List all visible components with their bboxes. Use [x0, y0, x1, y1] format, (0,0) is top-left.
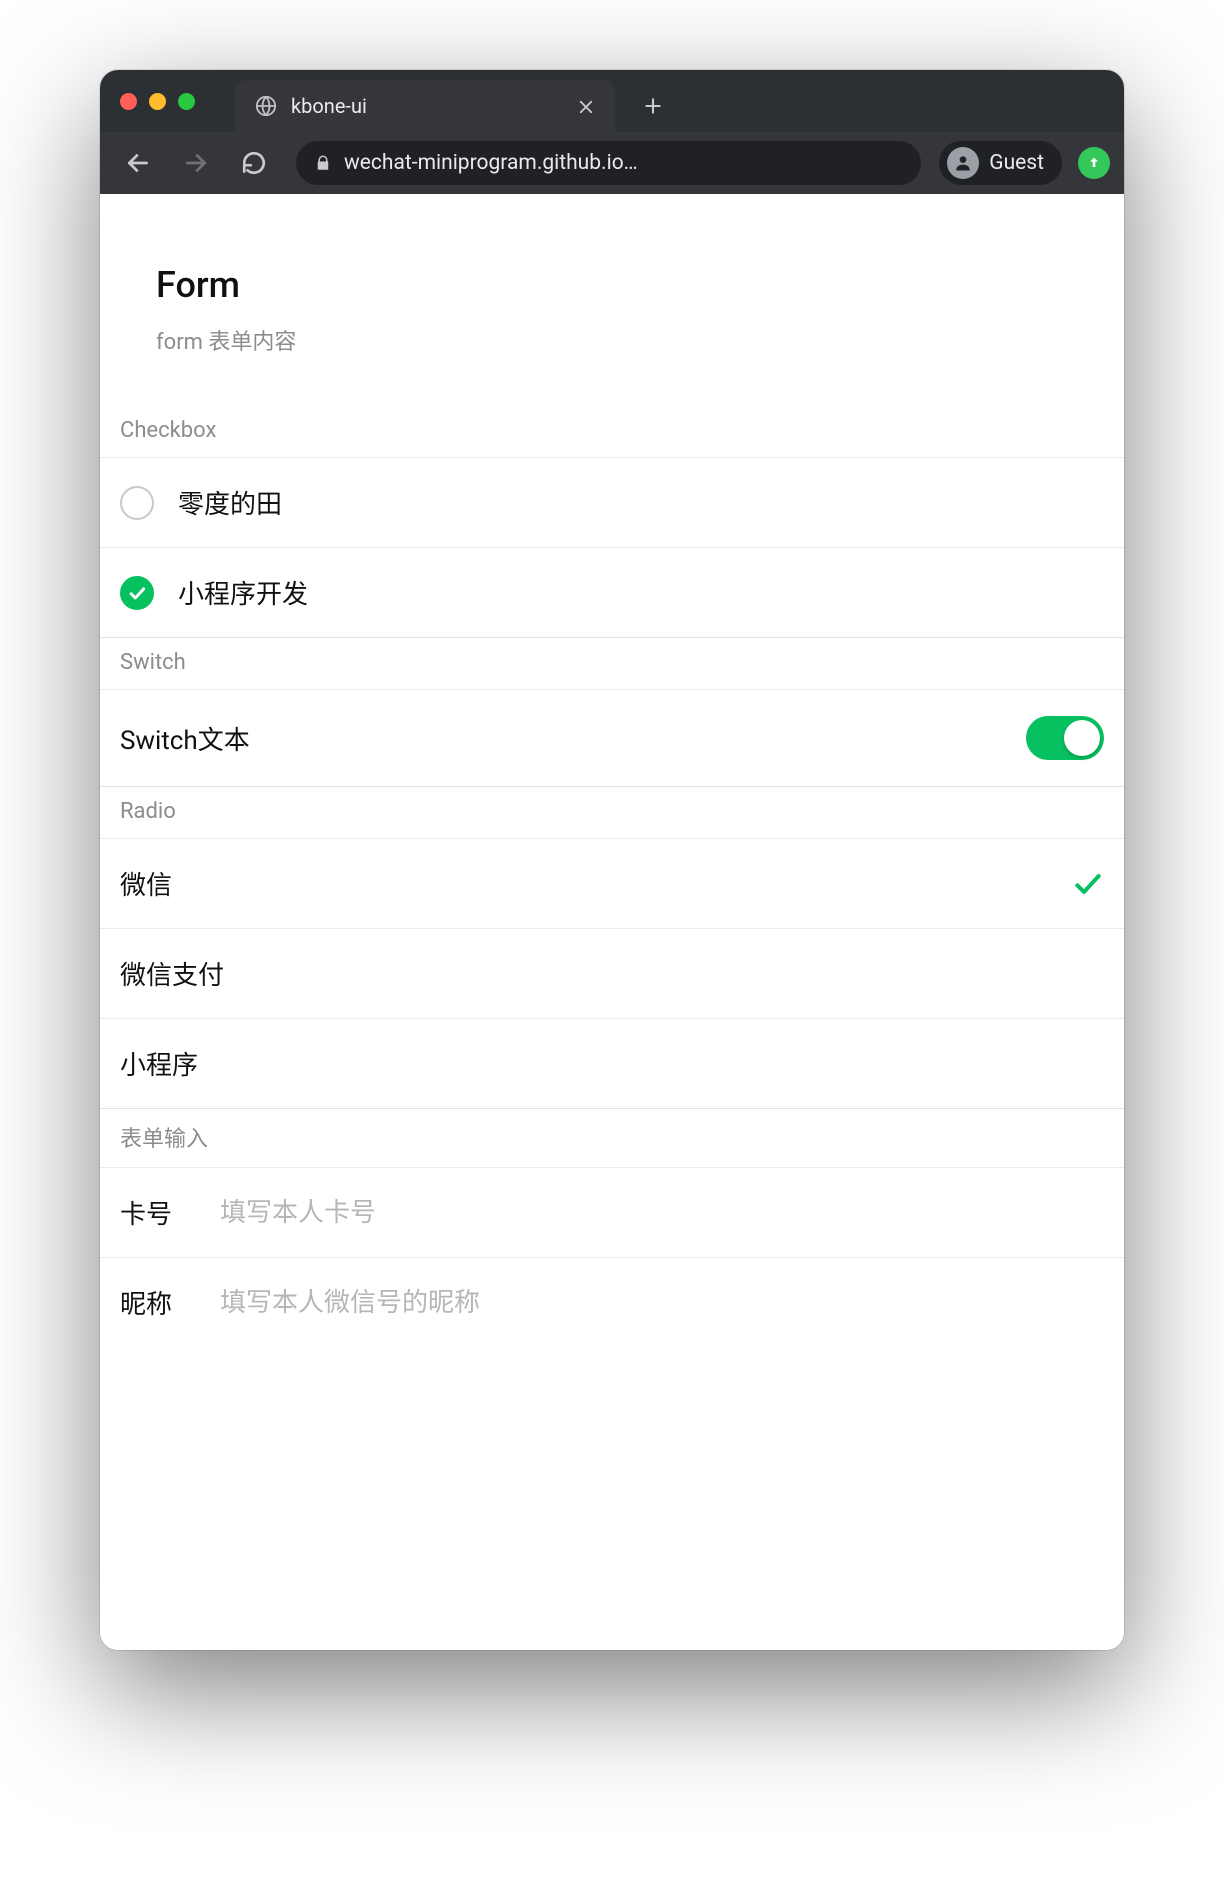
window-controls	[120, 93, 195, 110]
checkbox-item-0[interactable]: 零度的田	[100, 458, 1124, 548]
checkbox-checked-icon	[120, 576, 154, 610]
input-label: 卡号	[120, 1194, 200, 1231]
nickname-input[interactable]	[220, 1288, 1104, 1318]
close-tab-icon[interactable]	[577, 97, 595, 115]
reload-button[interactable]	[230, 139, 278, 187]
switch-row[interactable]: Switch文本	[100, 690, 1124, 787]
lock-icon	[314, 154, 332, 172]
radio-label: 微信	[120, 865, 172, 902]
titlebar: kbone-ui	[100, 70, 1124, 132]
page-subtitle: form 表单内容	[156, 324, 1068, 356]
checkbox-item-1[interactable]: 小程序开发	[100, 548, 1124, 638]
input-row-card: 卡号	[100, 1168, 1124, 1258]
close-window-button[interactable]	[120, 93, 137, 110]
radio-item-1[interactable]: 微信支付	[100, 929, 1124, 1019]
url-text: wechat-miniprogram.github.io…	[344, 151, 638, 175]
browser-window: kbone-ui wechat-miniprogram.github.io…	[100, 70, 1124, 1650]
globe-icon	[255, 95, 277, 117]
radio-item-0[interactable]: 微信	[100, 839, 1124, 929]
input-label: 昵称	[120, 1284, 200, 1321]
check-icon	[1072, 868, 1104, 900]
back-button[interactable]	[114, 139, 162, 187]
inputs-section-title: 表单输入	[100, 1109, 1124, 1168]
switch-toggle[interactable]	[1026, 716, 1104, 760]
page-title: Form	[156, 264, 1068, 306]
person-icon	[947, 147, 979, 179]
checkbox-label: 零度的田	[178, 484, 282, 521]
address-bar[interactable]: wechat-miniprogram.github.io…	[296, 141, 921, 185]
checkbox-label: 小程序开发	[178, 574, 308, 611]
radio-label: 微信支付	[120, 955, 224, 992]
extension-badge[interactable]	[1078, 147, 1110, 179]
card-number-input[interactable]	[220, 1198, 1104, 1228]
tab-title: kbone-ui	[291, 94, 367, 118]
page-content: Form form 表单内容 Checkbox 零度的田 小程序开发 Switc…	[100, 194, 1124, 1650]
input-row-nickname: 昵称	[100, 1258, 1124, 1347]
switch-section-title: Switch	[100, 638, 1124, 690]
checkbox-icon	[120, 486, 154, 520]
profile-chip[interactable]: Guest	[939, 141, 1062, 185]
browser-toolbar: wechat-miniprogram.github.io… Guest	[100, 132, 1124, 194]
radio-item-2[interactable]: 小程序	[100, 1019, 1124, 1109]
minimize-window-button[interactable]	[149, 93, 166, 110]
radio-label: 小程序	[120, 1045, 198, 1082]
browser-tab[interactable]: kbone-ui	[235, 80, 615, 132]
checkbox-section-title: Checkbox	[100, 406, 1124, 458]
radio-section-title: Radio	[100, 787, 1124, 839]
switch-label: Switch文本	[120, 720, 250, 757]
arrow-up-icon	[1086, 155, 1102, 171]
profile-label: Guest	[989, 151, 1044, 175]
forward-button[interactable]	[172, 139, 220, 187]
new-tab-button[interactable]	[643, 96, 663, 116]
maximize-window-button[interactable]	[178, 93, 195, 110]
page-header: Form form 表单内容	[100, 264, 1124, 406]
